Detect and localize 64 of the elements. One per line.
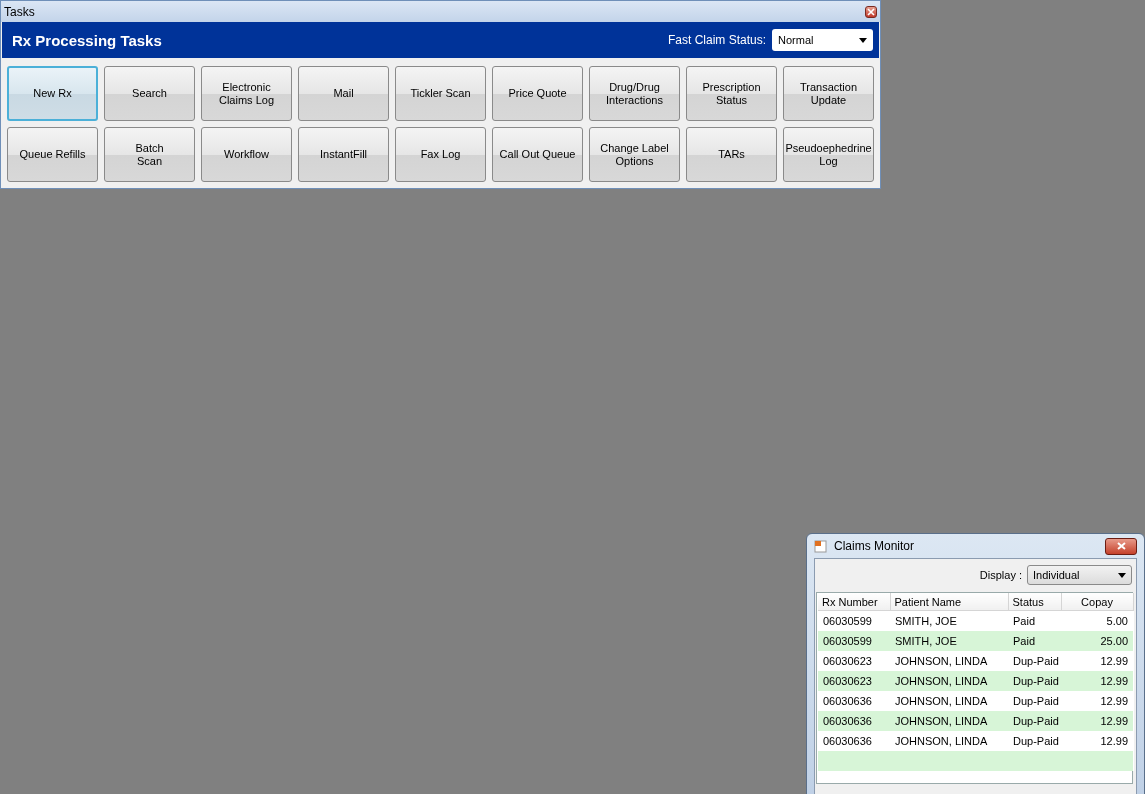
close-button[interactable] xyxy=(865,5,877,18)
table-cell: JOHNSON, LINDA xyxy=(890,711,1008,731)
table-cell: 06030623 xyxy=(818,671,890,691)
task-button[interactable]: Electronic Claims Log xyxy=(201,66,292,121)
table-cell: SMITH, JOE xyxy=(890,610,1008,631)
task-button[interactable]: Queue Refills xyxy=(7,127,98,182)
table-cell: 06030623 xyxy=(818,651,890,671)
task-button[interactable]: Transaction Update xyxy=(783,66,874,121)
table-cell: Paid xyxy=(1008,610,1061,631)
table-cell: JOHNSON, LINDA xyxy=(890,651,1008,671)
table-cell: Dup-Paid xyxy=(1008,711,1061,731)
close-icon xyxy=(867,7,875,16)
table-cell: JOHNSON, LINDA xyxy=(890,671,1008,691)
table-cell: 12.99 xyxy=(1061,651,1133,671)
task-button[interactable]: Price Quote xyxy=(492,66,583,121)
dropdown-caret-icon xyxy=(859,37,867,43)
task-button[interactable]: Mail xyxy=(298,66,389,121)
table-cell: Dup-Paid xyxy=(1008,671,1061,691)
task-button[interactable]: Drug/Drug Interactions xyxy=(589,66,680,121)
task-button[interactable]: Search xyxy=(104,66,195,121)
table-cell: 5.00 xyxy=(1061,610,1133,631)
table-cell: Dup-Paid xyxy=(1008,691,1061,711)
table-cell: 25.00 xyxy=(1061,631,1133,651)
column-header[interactable]: Patient Name xyxy=(890,593,1008,611)
table-cell: 06030636 xyxy=(818,731,890,751)
window-title: Tasks xyxy=(4,4,35,19)
task-button[interactable]: New Rx xyxy=(7,66,98,121)
table-cell: 06030599 xyxy=(818,631,890,651)
task-button[interactable]: Change Label Options xyxy=(589,127,680,182)
app-icon xyxy=(814,539,828,553)
task-button[interactable]: Batch Scan xyxy=(104,127,195,182)
close-button[interactable] xyxy=(1105,537,1137,555)
task-button[interactable]: Pseudoephedrine Log xyxy=(783,127,874,182)
task-button[interactable]: Fax Log xyxy=(395,127,486,182)
close-icon xyxy=(1116,542,1126,550)
table-cell: Dup-Paid xyxy=(1008,731,1061,751)
table-cell: 12.99 xyxy=(1061,691,1133,711)
window-title: Claims Monitor xyxy=(834,539,914,553)
panel-heading: Rx Processing Tasks xyxy=(12,31,162,49)
display-dropdown[interactable]: Individual xyxy=(1027,565,1132,585)
table-cell: JOHNSON, LINDA xyxy=(890,691,1008,711)
task-button[interactable]: Call Out Queue xyxy=(492,127,583,182)
column-header[interactable]: Status xyxy=(1008,593,1061,611)
display-label: Display : xyxy=(979,569,1022,581)
dropdown-caret-icon xyxy=(1118,572,1126,578)
task-button[interactable]: TARs xyxy=(686,127,777,182)
table-cell: 06030636 xyxy=(818,711,890,731)
table-cell: 12.99 xyxy=(1061,671,1133,691)
table-cell: JOHNSON, LINDA xyxy=(890,731,1008,751)
table-cell: Paid xyxy=(1008,631,1061,651)
table-cell: Dup-Paid xyxy=(1008,651,1061,671)
table-cell: 12.99 xyxy=(1061,731,1133,751)
task-button[interactable]: Tickler Scan xyxy=(395,66,486,121)
task-button[interactable]: Prescription Status xyxy=(686,66,777,121)
fast-claim-status-label: Fast Claim Status: xyxy=(667,33,766,47)
task-button[interactable]: Workflow xyxy=(201,127,292,182)
table-cell: SMITH, JOE xyxy=(890,631,1008,651)
table-cell: 06030636 xyxy=(818,691,890,711)
task-button[interactable]: InstantFill xyxy=(298,127,389,182)
fast-claim-status-dropdown[interactable]: Normal xyxy=(772,29,873,51)
table-cell: 06030599 xyxy=(818,610,890,631)
column-header[interactable]: Copay xyxy=(1061,593,1133,611)
column-header[interactable]: Rx Number xyxy=(818,593,890,611)
table-cell: 12.99 xyxy=(1061,711,1133,731)
